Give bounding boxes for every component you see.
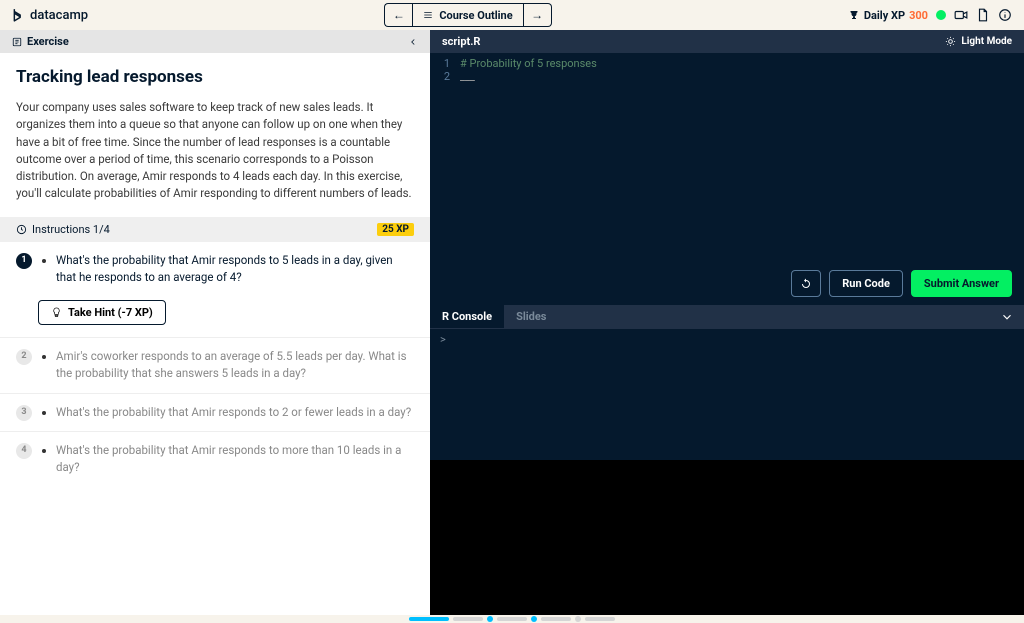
collapse-left-icon[interactable] xyxy=(408,37,418,47)
progress-dot xyxy=(531,616,537,622)
editor-header: script.R Light Mode xyxy=(430,30,1024,53)
collapse-console-icon[interactable] xyxy=(1000,310,1014,324)
progress-bar xyxy=(0,615,1024,623)
submit-answer-button[interactable]: Submit Answer xyxy=(911,270,1012,297)
tab-slides[interactable]: Slides xyxy=(504,305,558,328)
datacamp-logo[interactable]: datacamp xyxy=(12,8,88,23)
bullet-icon xyxy=(42,355,46,359)
bullet-icon xyxy=(42,411,46,415)
header-nav: ← Course Outline → xyxy=(384,3,551,27)
daily-xp-label: Daily XP xyxy=(864,9,905,22)
course-outline-button[interactable]: Course Outline xyxy=(412,3,523,27)
code-line-1: # Probability of 5 responses xyxy=(460,57,1024,70)
exercise-body: Tracking lead responses Your company use… xyxy=(0,53,430,217)
xp-badge: 25 XP xyxy=(377,223,414,236)
file-tab[interactable]: script.R xyxy=(442,35,480,48)
status-dot xyxy=(936,10,946,20)
progress-dot xyxy=(575,616,581,622)
light-mode-button[interactable]: Light Mode xyxy=(945,36,1012,47)
prev-button[interactable]: ← xyxy=(384,3,412,27)
instruction-step-1: 1 What's the probability that Amir respo… xyxy=(0,242,430,297)
line-number: 1 xyxy=(430,57,460,70)
exercise-icon xyxy=(12,37,22,47)
sun-icon xyxy=(945,36,956,47)
console-area: R Console Slides > xyxy=(430,305,1024,615)
clock-icon xyxy=(16,224,27,235)
list-icon xyxy=(423,10,433,20)
bullet-icon xyxy=(42,259,46,263)
video-icon[interactable] xyxy=(954,8,968,22)
step-number-1: 1 xyxy=(16,253,32,269)
next-button[interactable]: → xyxy=(524,3,552,27)
info-icon[interactable] xyxy=(998,8,1012,22)
reset-button[interactable] xyxy=(791,270,821,297)
editor-actions: Run Code Submit Answer xyxy=(430,262,1024,305)
instructions-label: Instructions 1/4 xyxy=(32,223,110,236)
code-line-2: ___ xyxy=(460,70,1024,83)
logo-text: datacamp xyxy=(30,8,88,23)
code-editor[interactable]: 1 # Probability of 5 responses 2 ___ xyxy=(430,53,1024,262)
step-number-3: 3 xyxy=(16,405,32,421)
progress-segment xyxy=(585,617,615,621)
hint-label: Take Hint (-7 XP) xyxy=(68,306,153,319)
line-number: 2 xyxy=(430,70,460,83)
logo-icon xyxy=(12,8,26,22)
take-hint-button[interactable]: Take Hint (-7 XP) xyxy=(38,300,166,325)
console-body[interactable]: > xyxy=(430,328,1024,460)
progress-segment xyxy=(541,617,571,621)
progress-segment xyxy=(409,617,449,621)
step-4-text: What's the probability that Amir respond… xyxy=(56,442,414,477)
step-3-text: What's the probability that Amir respond… xyxy=(56,404,411,421)
step-number-2: 2 xyxy=(16,349,32,365)
console-tabs: R Console Slides xyxy=(430,305,1024,328)
step-1-text: What's the probability that Amir respond… xyxy=(56,252,414,287)
run-code-button[interactable]: Run Code xyxy=(829,270,903,297)
daily-xp-value: 300 xyxy=(909,9,928,22)
instructions-header: Instructions 1/4 25 XP xyxy=(0,217,430,242)
exercise-label: Exercise xyxy=(27,35,69,48)
progress-segment xyxy=(453,617,483,621)
daily-xp: Daily XP 300 xyxy=(848,9,928,22)
main-content: Exercise Tracking lead responses Your co… xyxy=(0,30,1024,615)
exercise-header: Exercise xyxy=(0,30,430,53)
light-mode-label: Light Mode xyxy=(961,36,1012,47)
instruction-step-4[interactable]: 4 What's the probability that Amir respo… xyxy=(0,431,430,487)
console-output-area xyxy=(430,460,1024,615)
tab-r-console[interactable]: R Console xyxy=(430,305,504,328)
exercise-description: Your company uses sales software to keep… xyxy=(16,99,414,203)
instruction-step-3[interactable]: 3 What's the probability that Amir respo… xyxy=(0,393,430,431)
exercise-panel: Exercise Tracking lead responses Your co… xyxy=(0,30,430,615)
progress-dot xyxy=(487,616,493,622)
code-panel: script.R Light Mode 1 # Probability of 5… xyxy=(430,30,1024,615)
progress-segment xyxy=(497,617,527,621)
exercise-title: Tracking lead responses xyxy=(16,67,414,87)
instruction-step-2[interactable]: 2 Amir's coworker responds to an average… xyxy=(0,337,430,393)
step-2-text: Amir's coworker responds to an average o… xyxy=(56,348,414,383)
top-header: datacamp ← Course Outline → Daily XP 300 xyxy=(0,0,1024,30)
reset-icon xyxy=(800,278,812,290)
console-prompt: > xyxy=(440,333,446,346)
lightbulb-icon xyxy=(51,307,62,318)
trophy-icon xyxy=(848,9,860,21)
course-outline-label: Course Outline xyxy=(439,9,512,22)
bullet-icon xyxy=(42,449,46,453)
step-number-4: 4 xyxy=(16,443,32,459)
document-icon[interactable] xyxy=(976,8,990,22)
header-right: Daily XP 300 xyxy=(848,8,1012,22)
